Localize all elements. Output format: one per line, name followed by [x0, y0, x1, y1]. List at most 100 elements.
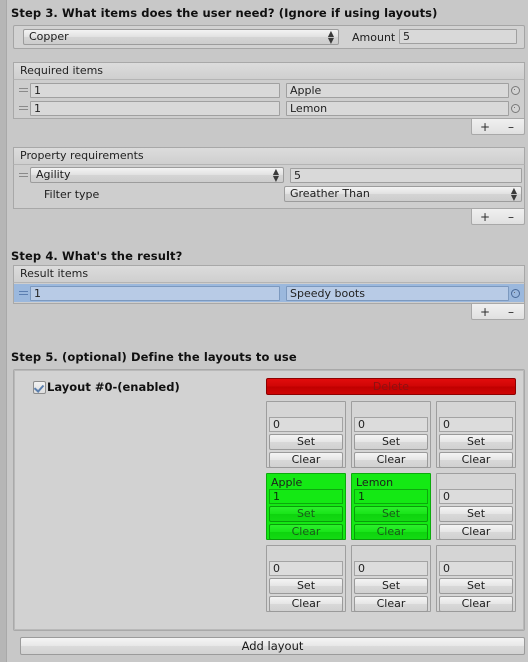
slot-name — [269, 404, 343, 417]
slot-amount-input[interactable]: 0 — [439, 417, 513, 432]
filter-type-value: Greather Than — [290, 187, 370, 200]
remove-required-item-button[interactable]: – — [501, 121, 521, 133]
property-value-input[interactable]: 5 — [290, 167, 522, 183]
result-items-body: 1 Speedy boots — [13, 282, 525, 304]
inspector-gutter — [0, 0, 7, 662]
checkbox-icon[interactable] — [33, 380, 46, 394]
slot-clear-button[interactable]: Clear — [269, 596, 343, 612]
slot-name — [439, 404, 513, 417]
slot-set-button[interactable]: Set — [269, 506, 343, 522]
required-item-object-field[interactable]: Apple — [286, 82, 509, 98]
slot-set-button[interactable]: Set — [439, 434, 513, 450]
table-row[interactable]: 1 Speedy boots — [14, 284, 524, 302]
crafting-item-dropdown[interactable]: Copper ▲ ▼ — [23, 29, 339, 45]
result-items-list: Result items 1 Speedy boots + – — [13, 265, 525, 320]
object-picker-icon[interactable] — [509, 85, 522, 95]
object-picker-icon[interactable] — [509, 288, 522, 298]
slot-amount-input[interactable]: 0 — [354, 417, 428, 432]
slot-set-button[interactable]: Set — [269, 434, 343, 450]
slot-amount-input[interactable]: 1 — [354, 489, 428, 504]
slot-clear-button[interactable]: Clear — [269, 452, 343, 468]
slot-set-button[interactable]: Set — [354, 434, 428, 450]
property-requirements-header: Property requirements — [13, 147, 525, 164]
slot-amount-input[interactable]: 0 — [354, 561, 428, 576]
slot-set-button[interactable]: Set — [354, 578, 428, 594]
add-required-item-button[interactable]: + — [475, 121, 495, 133]
layout-card: Layout #0-(enabled) Delete 0 Set Clear 0… — [13, 369, 525, 631]
crafting-item-group: Copper ▲ ▼ Amount 5 — [13, 25, 525, 49]
layout-slot[interactable]: 0 Set Clear — [436, 473, 516, 540]
result-items-header: Result items — [13, 265, 525, 282]
result-item-amount-input[interactable]: 1 — [30, 285, 280, 301]
slot-clear-button[interactable]: Clear — [269, 524, 343, 540]
property-value: Agility — [36, 168, 71, 181]
drag-handle-icon[interactable] — [17, 81, 30, 99]
layout-slot[interactable]: 0 Set Clear — [351, 401, 431, 468]
property-requirements-footer: + – — [13, 209, 525, 225]
layout-slot[interactable]: 0 Set Clear — [266, 401, 346, 468]
slot-clear-button[interactable]: Clear — [439, 452, 513, 468]
required-items-body: 1 Apple 1 Lemon — [13, 79, 525, 119]
required-item-amount-input[interactable]: 1 — [30, 100, 280, 116]
slot-name: Lemon — [356, 476, 394, 489]
result-items-footer: + – — [13, 304, 525, 320]
required-item-amount-input[interactable]: 1 — [30, 82, 280, 98]
slot-amount-input[interactable]: 0 — [439, 561, 513, 576]
property-dropdown[interactable]: Agility ▲ ▼ — [30, 167, 284, 183]
layout-label: Layout #0-(enabled) — [47, 380, 180, 394]
drag-handle-icon[interactable] — [17, 284, 30, 302]
layout-slot[interactable]: Apple 1 Set Clear — [266, 473, 346, 540]
slot-set-button[interactable]: Set — [269, 578, 343, 594]
filter-type-dropdown[interactable]: Greather Than ▲ ▼ — [284, 186, 522, 202]
layout-slot[interactable]: Lemon 1 Set Clear — [351, 473, 431, 540]
add-property-requirement-button[interactable]: + — [475, 211, 495, 223]
crafting-item-value: Copper — [29, 30, 69, 43]
drag-handle-icon[interactable] — [17, 166, 30, 184]
delete-layout-button[interactable]: Delete — [266, 378, 516, 395]
add-layout-button[interactable]: Add layout — [20, 637, 525, 655]
layout-slot[interactable]: 0 Set Clear — [351, 545, 431, 612]
add-result-item-button[interactable]: + — [475, 306, 495, 318]
slot-amount-input[interactable]: 0 — [269, 561, 343, 576]
drag-handle-icon[interactable] — [17, 99, 30, 117]
crafting-recipe-inspector: Step 3. What items does the user need? (… — [7, 0, 528, 662]
slot-clear-button[interactable]: Clear — [354, 452, 428, 468]
required-item-object-field[interactable]: Lemon — [286, 100, 509, 116]
slot-amount-input[interactable]: 0 — [269, 417, 343, 432]
slot-amount-input[interactable]: 1 — [269, 489, 343, 504]
object-picker-icon[interactable] — [509, 103, 522, 113]
slot-amount-input[interactable]: 0 — [439, 489, 513, 504]
chevron-updown-icon: ▲ ▼ — [510, 186, 517, 202]
step4-title: Step 4. What's the result? — [11, 249, 183, 263]
required-items-header: Required items — [13, 62, 525, 79]
layout-slot[interactable]: 0 Set Clear — [436, 401, 516, 468]
layout-enabled-toggle[interactable]: Layout #0-(enabled) — [33, 380, 180, 394]
slot-name — [269, 548, 343, 561]
amount-input[interactable]: 5 — [399, 29, 517, 44]
property-requirements-body: Agility ▲ ▼ 5 Filter type Greather Than ▲… — [13, 164, 525, 209]
table-row[interactable]: 1 Apple — [14, 81, 524, 99]
table-row[interactable]: Agility ▲ ▼ 5 — [14, 166, 524, 184]
layout-card-inner: Layout #0-(enabled) Delete 0 Set Clear 0… — [14, 370, 524, 630]
layout-slot[interactable]: 0 Set Clear — [266, 545, 346, 612]
slot-set-button[interactable]: Set — [439, 506, 513, 522]
slot-clear-button[interactable]: Clear — [354, 596, 428, 612]
filter-type-label: Filter type — [44, 187, 100, 201]
slot-clear-button[interactable]: Clear — [439, 596, 513, 612]
remove-result-item-button[interactable]: – — [501, 306, 521, 318]
slot-clear-button[interactable]: Clear — [354, 524, 428, 540]
step3-title: Step 3. What items does the user need? (… — [11, 6, 438, 20]
slot-name: Apple — [271, 476, 303, 489]
property-requirements-list: Property requirements Agility ▲ ▼ 5 Filte… — [13, 147, 525, 225]
slot-name — [354, 548, 428, 561]
slot-set-button[interactable]: Set — [439, 578, 513, 594]
table-row[interactable]: 1 Lemon — [14, 99, 524, 117]
required-items-footer: + – — [13, 119, 525, 135]
slot-clear-button[interactable]: Clear — [439, 524, 513, 540]
remove-property-requirement-button[interactable]: – — [501, 211, 521, 223]
slot-set-button[interactable]: Set — [354, 506, 428, 522]
step5-title: Step 5. (optional) Define the layouts to… — [11, 350, 297, 364]
layout-slot[interactable]: 0 Set Clear — [436, 545, 516, 612]
result-item-object-field[interactable]: Speedy boots — [286, 285, 509, 301]
required-items-list: Required items 1 Apple 1 Lemon + – — [13, 62, 525, 135]
